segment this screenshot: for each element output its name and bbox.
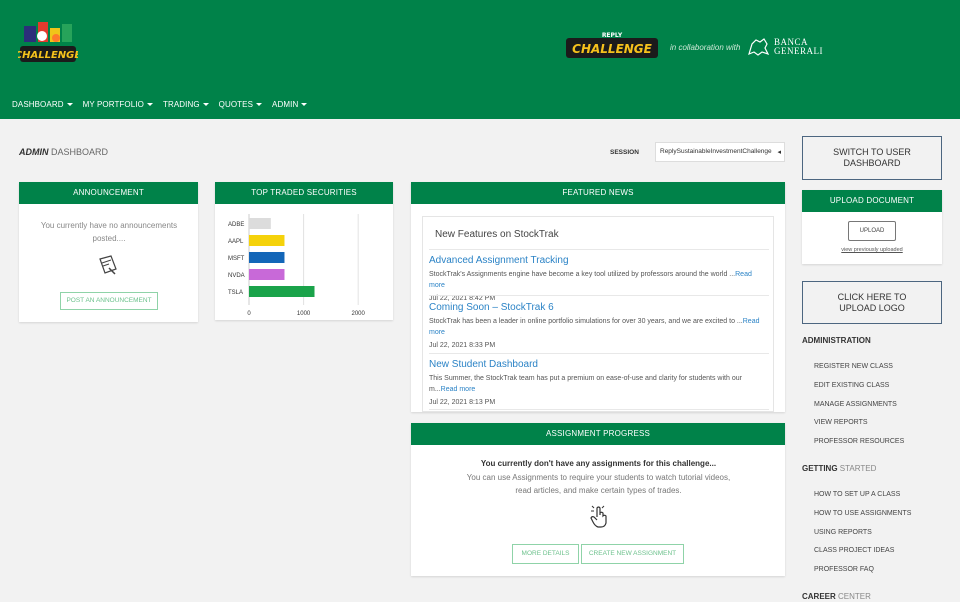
svg-text:CHALLENGE: CHALLENGE — [18, 50, 78, 61]
news-item: New Student Dashboard This Summer, the S… — [429, 359, 769, 406]
divider — [429, 409, 769, 410]
divider — [429, 295, 769, 296]
x-tick-label: 1000 — [297, 311, 311, 317]
featured-news-header: FEATURED NEWS — [411, 182, 785, 204]
news-item-date: Jul 22, 2021 8:42 PM — [429, 295, 496, 302]
administration-heading: ADMINISTRATION — [802, 336, 871, 345]
page-title: ADMIN DASHBOARD — [19, 147, 109, 157]
news-item: Coming Soon – StockTrak 6 StockTrak has … — [429, 302, 769, 349]
divider — [429, 353, 769, 354]
upload-logo-button[interactable]: CLICK HERE TO UPLOAD LOGO — [802, 281, 942, 324]
collaboration-text: in collaboration with — [670, 43, 741, 52]
partner-name: BANCA GENERALI — [774, 37, 823, 56]
bar-msft[interactable] — [249, 252, 285, 263]
nav-admin[interactable]: ADMIN — [272, 100, 308, 109]
nav-quotes[interactable]: QUOTES — [219, 100, 263, 109]
link-using-reports[interactable]: USING REPORTS — [814, 529, 872, 536]
chevron-down-icon — [301, 103, 308, 107]
assignment-progress-card: ASSIGNMENT PROGRESS You currently don't … — [411, 423, 785, 576]
link-register-new-class[interactable]: REGISTER NEW CLASS — [814, 363, 893, 370]
upload-document-card: UPLOAD DOCUMENT UPLOAD view previously u… — [802, 190, 942, 264]
post-announcement-button[interactable]: POST AN ANNOUNCEMENT — [60, 292, 158, 310]
nav-trading[interactable]: TRADING — [163, 100, 209, 109]
category-label: TSLA — [228, 290, 243, 296]
bar-adbe[interactable] — [249, 218, 271, 229]
news-item-desc: This Summer, the StockTrak team has put … — [429, 375, 742, 393]
assignment-empty-text: You can use Assignments to require your … — [466, 473, 731, 495]
lion-icon — [748, 38, 770, 56]
announcement-empty-text: You currently have no announcements post… — [40, 221, 178, 243]
news-item-title[interactable]: Coming Soon – StockTrak 6 — [429, 302, 769, 313]
career-center-heading: CAREER CENTER — [802, 592, 871, 601]
news-item-date: Jul 22, 2021 8:33 PM — [429, 342, 496, 349]
top-traded-chart: 0 1000 2000 ADBE AAPL MSFT NVDA TSLA — [228, 214, 365, 317]
chevron-down-icon — [202, 103, 209, 107]
top-traded-card: TOP TRADED SECURITIES 0 1000 2000 ADBE AAPL M… — [215, 182, 393, 320]
view-previously-uploaded-link[interactable]: view previously uploaded — [802, 247, 942, 253]
category-label: AAPL — [228, 239, 244, 245]
bar-tsla[interactable] — [249, 286, 315, 297]
bar-aapl[interactable] — [249, 235, 285, 246]
header-bar: CHALLENGE REPLY CHALLENGE in collaborati… — [0, 0, 960, 119]
getting-started-heading: GETTING STARTED — [802, 464, 877, 473]
reply-challenge-logo: REPLY CHALLENGE — [566, 32, 658, 58]
link-professor-faq[interactable]: PROFESSOR FAQ — [814, 566, 874, 573]
svg-text:CHALLENGE: CHALLENGE — [572, 42, 653, 56]
announcement-card: ANNOUNCEMENT You currently have no annou… — [19, 182, 198, 322]
featured-news-card: FEATURED NEWS New Features on StockTrak … — [411, 182, 785, 412]
divider — [429, 249, 769, 250]
category-label: ADBE — [228, 222, 244, 228]
category-label: MSFT — [228, 256, 245, 262]
link-how-to-use-assignments[interactable]: HOW TO USE ASSIGNMENTS — [814, 510, 911, 517]
news-item-title[interactable]: Advanced Assignment Tracking — [429, 255, 769, 266]
main-nav: DASHBOARD MY PORTFOLIO TRADING QUOTES AD… — [12, 100, 308, 109]
news-item-desc: StockTrak has been a leader in online po… — [429, 318, 760, 336]
svg-text:REPLY: REPLY — [602, 32, 623, 39]
top-traded-header: TOP TRADED SECURITIES — [215, 182, 393, 204]
link-view-reports[interactable]: VIEW REPORTS — [814, 419, 868, 426]
nav-my-portfolio[interactable]: MY PORTFOLIO — [83, 100, 153, 109]
nav-dashboard[interactable]: DASHBOARD — [12, 100, 73, 109]
session-select[interactable]: ReplySustainableInvestmentChallenge ◂ — [655, 142, 785, 162]
link-class-project-ideas[interactable]: CLASS PROJECT IDEAS — [814, 547, 894, 554]
upload-button[interactable]: UPLOAD — [848, 221, 896, 241]
banca-generali-logo: BANCA GENERALI — [746, 36, 823, 58]
news-list-title: New Features on StockTrak — [435, 229, 559, 240]
link-how-to-set-up-class[interactable]: HOW TO SET UP A CLASS — [814, 491, 900, 498]
challenge-logo-left[interactable]: CHALLENGE — [18, 18, 78, 70]
category-label: NVDA — [228, 273, 245, 279]
chevron-down-icon: ◂ — [777, 149, 781, 156]
link-manage-assignments[interactable]: MANAGE ASSIGNMENTS — [814, 401, 897, 408]
link-professor-resources[interactable]: PROFESSOR RESOURCES — [814, 438, 904, 445]
read-more-link[interactable]: Read more — [441, 386, 476, 393]
assignment-empty-title: You currently don't have any assignments… — [480, 459, 717, 468]
switch-to-user-dashboard-button[interactable]: SWITCH TO USER DASHBOARD — [802, 136, 942, 180]
more-details-button[interactable]: MORE DETAILS — [512, 544, 579, 564]
link-edit-existing-class[interactable]: EDIT EXISTING CLASS — [814, 382, 889, 389]
x-tick-label: 2000 — [351, 311, 365, 317]
bar-nvda[interactable] — [249, 269, 285, 280]
news-item-desc: StockTrak's Assignments engine have beco… — [429, 271, 752, 289]
news-item-title[interactable]: New Student Dashboard — [429, 359, 769, 370]
session-label: SESSION — [610, 149, 639, 156]
chevron-down-icon — [66, 103, 73, 107]
x-tick-label: 0 — [247, 311, 251, 317]
signature-document-icon — [99, 255, 117, 275]
announcement-header: ANNOUNCEMENT — [19, 182, 198, 204]
chevron-down-icon — [256, 103, 263, 107]
hand-pointer-icon — [590, 505, 607, 528]
chevron-down-icon — [146, 103, 153, 107]
assignment-progress-header: ASSIGNMENT PROGRESS — [411, 423, 785, 445]
news-list[interactable]: New Features on StockTrak Advanced Assig… — [422, 216, 774, 412]
create-new-assignment-button[interactable]: CREATE NEW ASSIGNMENT — [581, 544, 684, 564]
upload-document-header: UPLOAD DOCUMENT — [802, 190, 942, 212]
news-item-date: Jul 22, 2021 8:13 PM — [429, 399, 496, 406]
